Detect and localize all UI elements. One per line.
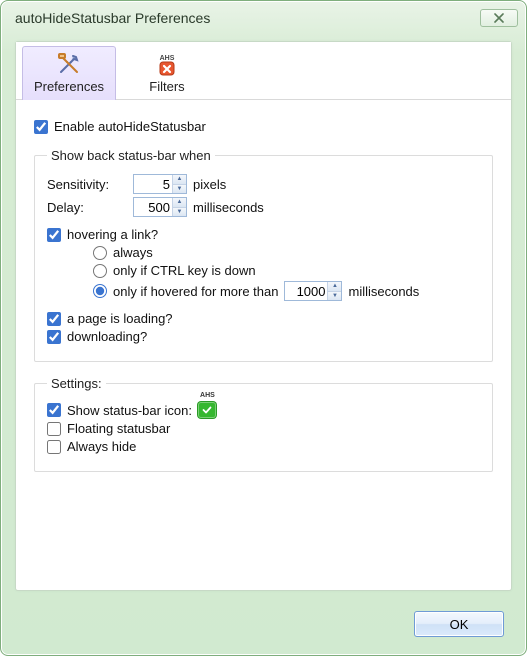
hover-opt-ctrl-row: only if CTRL key is down <box>47 263 480 278</box>
alwayshide-checkbox[interactable] <box>47 440 61 454</box>
sensitivity-field: ▲ ▼ <box>133 174 187 194</box>
hover-row: hovering a link? <box>47 227 480 242</box>
titlebar: autoHideStatusbar Preferences <box>1 1 526 35</box>
enable-label: Enable autoHideStatusbar <box>54 119 206 134</box>
delay-label: Delay: <box>47 200 127 215</box>
showicon-checkbox[interactable] <box>47 403 61 417</box>
sensitivity-spinners: ▲ ▼ <box>172 175 186 193</box>
ahs-badge-text: AHS <box>200 392 215 399</box>
showicon-label: Show status-bar icon: <box>67 403 192 418</box>
settings-fieldset: Settings: Show status-bar icon: AHS Floa… <box>34 376 493 472</box>
close-button[interactable] <box>480 9 518 27</box>
window-title: autoHideStatusbar Preferences <box>15 10 480 26</box>
filters-icon: AHS <box>151 51 183 79</box>
sensitivity-down[interactable]: ▼ <box>173 184 186 194</box>
sensitivity-up[interactable]: ▲ <box>173 175 186 184</box>
ahs-status-icon <box>198 402 216 418</box>
close-icon <box>493 13 505 23</box>
tab-preferences[interactable]: Preferences <box>22 46 116 100</box>
sensitivity-label: Sensitivity: <box>47 177 127 192</box>
svg-text:AHS: AHS <box>160 55 175 62</box>
hover-radio-hovered[interactable] <box>93 284 107 298</box>
showicon-row: Show status-bar icon: AHS <box>47 402 480 418</box>
enable-checkbox[interactable] <box>34 120 48 134</box>
hover-checkbox[interactable] <box>47 228 61 242</box>
alwayshide-row: Always hide <box>47 439 480 454</box>
delay-field: ▲ ▼ <box>133 197 187 217</box>
hover-opt-hovered-prefix: only if hovered for more than <box>113 284 278 299</box>
enable-row: Enable autoHideStatusbar <box>34 119 493 134</box>
sensitivity-row: Sensitivity: ▲ ▼ pixels <box>47 174 480 194</box>
hovered-ms-spinners: ▲ ▼ <box>327 282 341 300</box>
floating-checkbox[interactable] <box>47 422 61 436</box>
ahs-badge-wrap: AHS <box>198 402 216 418</box>
button-row: OK <box>414 611 504 637</box>
loading-checkbox[interactable] <box>47 312 61 326</box>
panel: Preferences AHS Filters Enable autoHideS… <box>15 41 512 591</box>
delay-down[interactable]: ▼ <box>173 207 186 217</box>
hovered-ms-up[interactable]: ▲ <box>328 282 341 291</box>
hovered-ms-field: ▲ ▼ <box>284 281 342 301</box>
tab-filters[interactable]: AHS Filters <box>120 46 214 100</box>
tab-preferences-label: Preferences <box>34 79 104 94</box>
delay-spinners: ▲ ▼ <box>172 198 186 216</box>
delay-up[interactable]: ▲ <box>173 198 186 207</box>
hover-opt-hovered-unit: milliseconds <box>348 284 419 299</box>
hovered-ms-input[interactable] <box>285 282 327 300</box>
alwayshide-label: Always hide <box>67 439 136 454</box>
tab-filters-label: Filters <box>149 79 184 94</box>
loading-row: a page is loading? <box>47 311 480 326</box>
delay-input[interactable] <box>134 198 172 216</box>
loading-label: a page is loading? <box>67 311 173 326</box>
hover-opt-always-label: always <box>113 245 153 260</box>
preferences-icon <box>53 51 85 79</box>
hover-radio-ctrl[interactable] <box>93 264 107 278</box>
downloading-label: downloading? <box>67 329 147 344</box>
dialog-window: autoHideStatusbar Preferences <box>0 0 527 656</box>
downloading-row: downloading? <box>47 329 480 344</box>
hovered-ms-down[interactable]: ▼ <box>328 291 341 301</box>
showback-legend: Show back status-bar when <box>47 148 215 163</box>
settings-legend: Settings: <box>47 376 106 391</box>
tab-content: Enable autoHideStatusbar Show back statu… <box>16 100 511 488</box>
delay-row: Delay: ▲ ▼ milliseconds <box>47 197 480 217</box>
hover-opt-hovered-row: only if hovered for more than ▲ ▼ millis… <box>47 281 480 301</box>
showback-fieldset: Show back status-bar when Sensitivity: ▲… <box>34 148 493 362</box>
hover-opt-always-row: always <box>47 245 480 260</box>
floating-label: Floating statusbar <box>67 421 170 436</box>
hover-radio-always[interactable] <box>93 246 107 260</box>
ok-button[interactable]: OK <box>414 611 504 637</box>
sensitivity-unit: pixels <box>193 177 226 192</box>
hover-label: hovering a link? <box>67 227 158 242</box>
sensitivity-input[interactable] <box>134 175 172 193</box>
floating-row: Floating statusbar <box>47 421 480 436</box>
tab-bar: Preferences AHS Filters <box>16 42 511 100</box>
delay-unit: milliseconds <box>193 200 264 215</box>
hover-opt-ctrl-label: only if CTRL key is down <box>113 263 256 278</box>
downloading-checkbox[interactable] <box>47 330 61 344</box>
